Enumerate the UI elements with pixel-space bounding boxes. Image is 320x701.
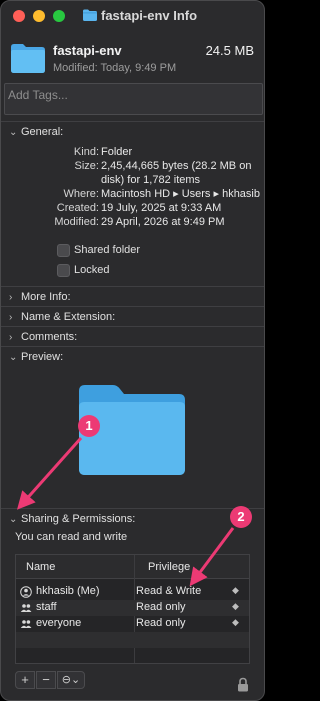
annotation-arrows [17, 437, 235, 587]
arrow-one [17, 437, 83, 510]
info-window: fastapi-env Info fastapi-env 24.5 MB Mod… [0, 0, 265, 701]
callout-badge-one: 1 [78, 415, 100, 437]
callout-badge-two: 2 [230, 506, 252, 528]
arrow-two [189, 527, 235, 587]
